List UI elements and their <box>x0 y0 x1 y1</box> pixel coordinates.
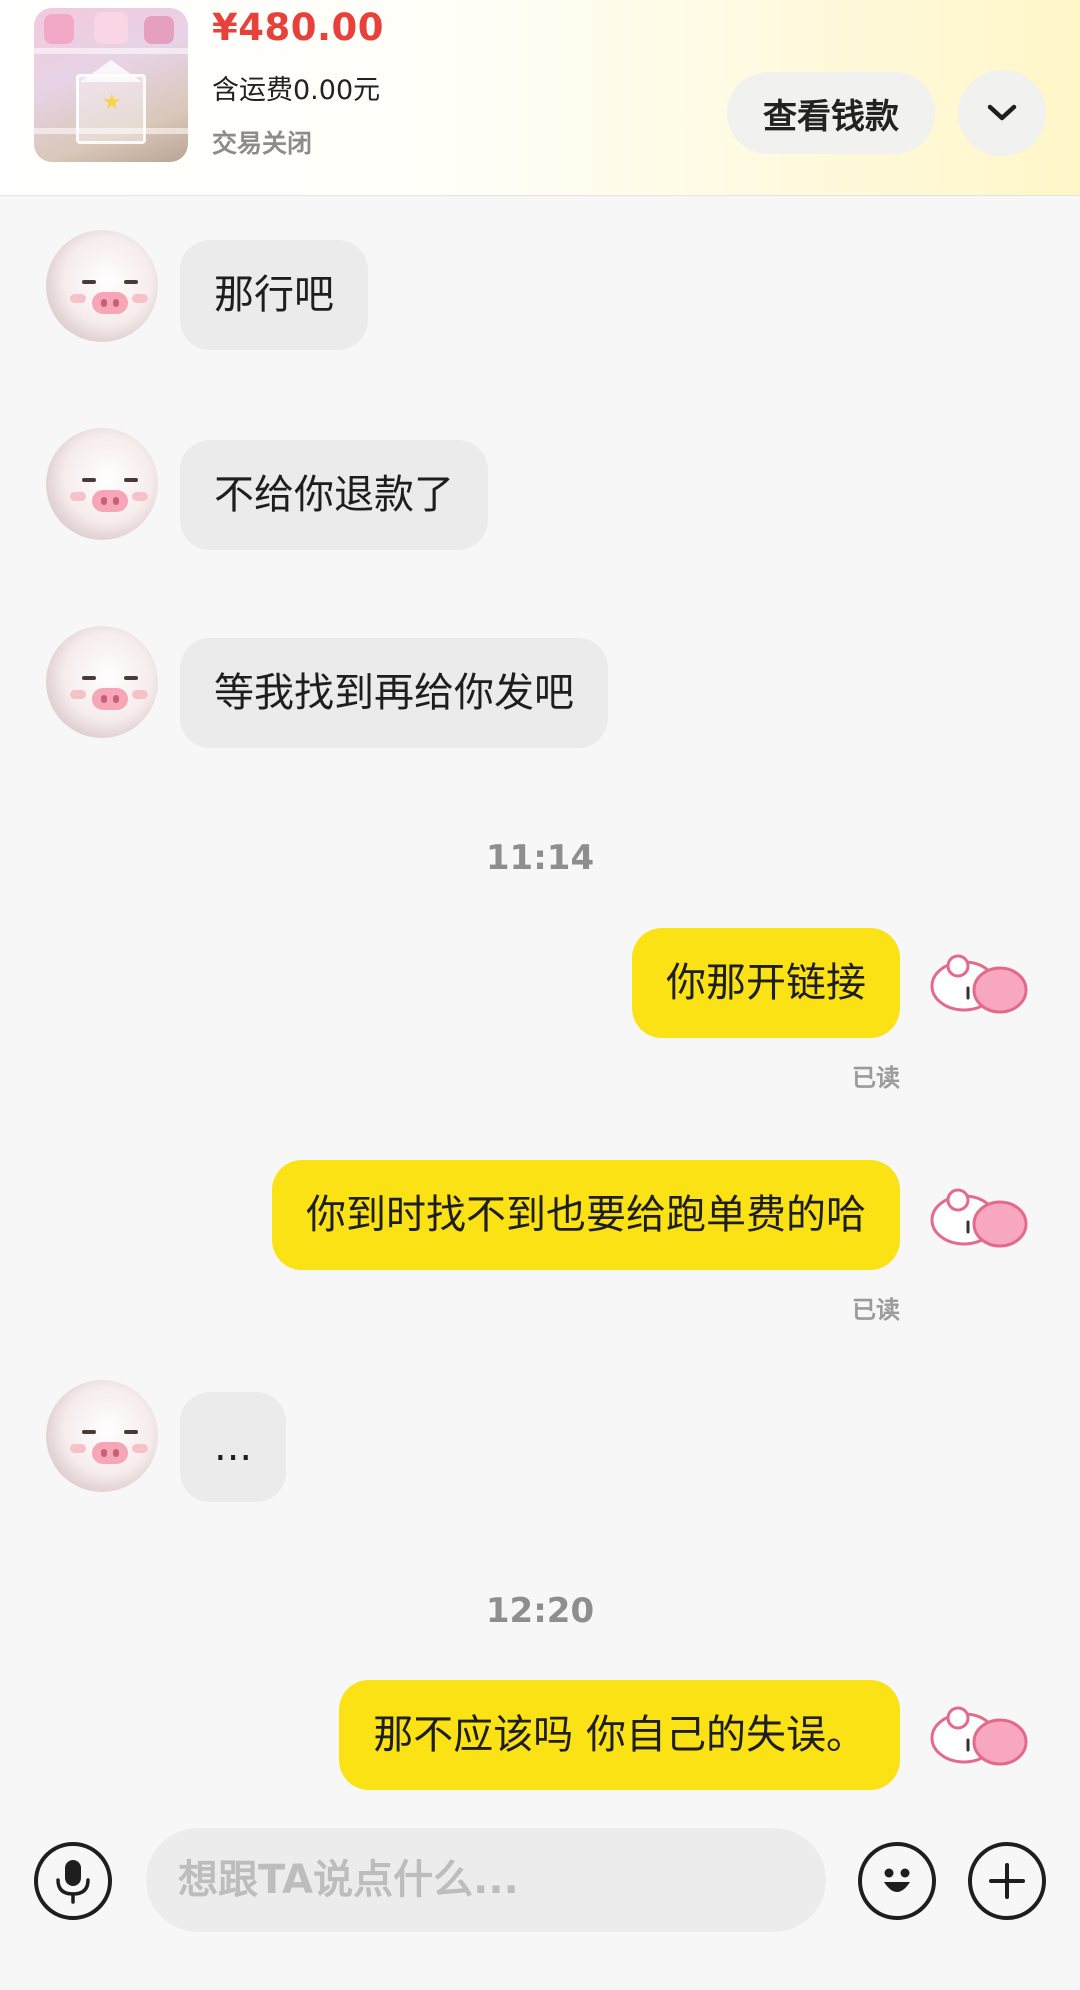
avatar-cheek <box>70 294 86 303</box>
message-bubble-outgoing[interactable]: 你到时找不到也要给跑单费的哈 <box>272 1160 900 1270</box>
shipping-fee: 含运费0.00元 <box>212 75 381 106</box>
avatar-cheek <box>70 690 86 699</box>
star-icon: ★ <box>102 90 122 115</box>
seller-avatar[interactable] <box>46 230 158 342</box>
message-bubble-incoming[interactable]: 不给你退款了 <box>180 440 488 550</box>
order-card[interactable]: ★ ¥480.00 含运费0.00元 交易关闭 查看钱款 <box>0 0 1080 196</box>
chevron-down-icon <box>987 104 1017 121</box>
my-avatar[interactable] <box>928 1184 1028 1250</box>
chat-screen: ★ ¥480.00 含运费0.00元 交易关闭 查看钱款 那行吧 不给你退款了 <box>0 0 1080 1990</box>
avatar-cheek <box>132 690 148 699</box>
thumbnail-toy <box>144 16 174 44</box>
message-bubble-incoming[interactable]: 那行吧 <box>180 240 368 350</box>
time-divider: 11:14 <box>485 838 595 878</box>
avatar-eye <box>124 676 138 680</box>
avatar-eye <box>82 676 96 680</box>
avatar-cheek <box>132 492 148 501</box>
avatar-eye <box>124 478 138 482</box>
avatar-cheek <box>70 492 86 501</box>
read-receipt: 已读 <box>852 1064 900 1092</box>
input-bar <box>0 1800 1080 1990</box>
voice-button[interactable] <box>34 1842 112 1920</box>
more-button[interactable] <box>968 1842 1046 1920</box>
order-price: ¥480.00 <box>212 6 385 49</box>
thumbnail-toy <box>44 14 74 44</box>
avatar-eye <box>124 1430 138 1434</box>
avatar-eye <box>82 280 96 284</box>
message-input[interactable] <box>146 1828 826 1932</box>
message-bubble-outgoing[interactable]: 那不应该吗 你自己的失误。 <box>339 1680 900 1790</box>
my-avatar[interactable] <box>928 1702 1028 1768</box>
seller-avatar[interactable] <box>46 626 158 738</box>
avatar-snout <box>92 1442 128 1464</box>
emoji-icon <box>884 1868 910 1892</box>
seller-avatar[interactable] <box>46 1380 158 1492</box>
time-divider: 12:20 <box>485 1591 595 1631</box>
avatar-snout <box>92 688 128 710</box>
seller-avatar[interactable] <box>46 428 158 540</box>
view-payment-button[interactable]: 查看钱款 <box>727 72 935 154</box>
my-avatar[interactable] <box>928 950 1028 1016</box>
message-bubble-incoming[interactable]: ... <box>180 1392 287 1502</box>
order-status: 交易关闭 <box>212 129 313 158</box>
thumbnail-toy <box>94 12 128 44</box>
product-thumbnail[interactable]: ★ <box>34 8 188 162</box>
microphone-icon <box>56 1860 90 1904</box>
avatar-snout <box>92 292 128 314</box>
message-bubble-outgoing[interactable]: 你那开链接 <box>632 928 900 1038</box>
avatar-eye <box>124 280 138 284</box>
message-bubble-incoming[interactable]: 等我找到再给你发吧 <box>180 638 608 748</box>
avatar-cheek <box>70 1444 86 1453</box>
expand-button[interactable] <box>958 70 1046 156</box>
avatar-cheek <box>132 294 148 303</box>
plus-icon <box>989 1863 1025 1899</box>
read-receipt: 已读 <box>852 1296 900 1324</box>
avatar-eye <box>82 1430 96 1434</box>
emoji-button[interactable] <box>858 1842 936 1920</box>
avatar-eye <box>82 478 96 482</box>
avatar-cheek <box>132 1444 148 1453</box>
avatar-snout <box>92 490 128 512</box>
thumbnail-shelf <box>34 48 188 54</box>
